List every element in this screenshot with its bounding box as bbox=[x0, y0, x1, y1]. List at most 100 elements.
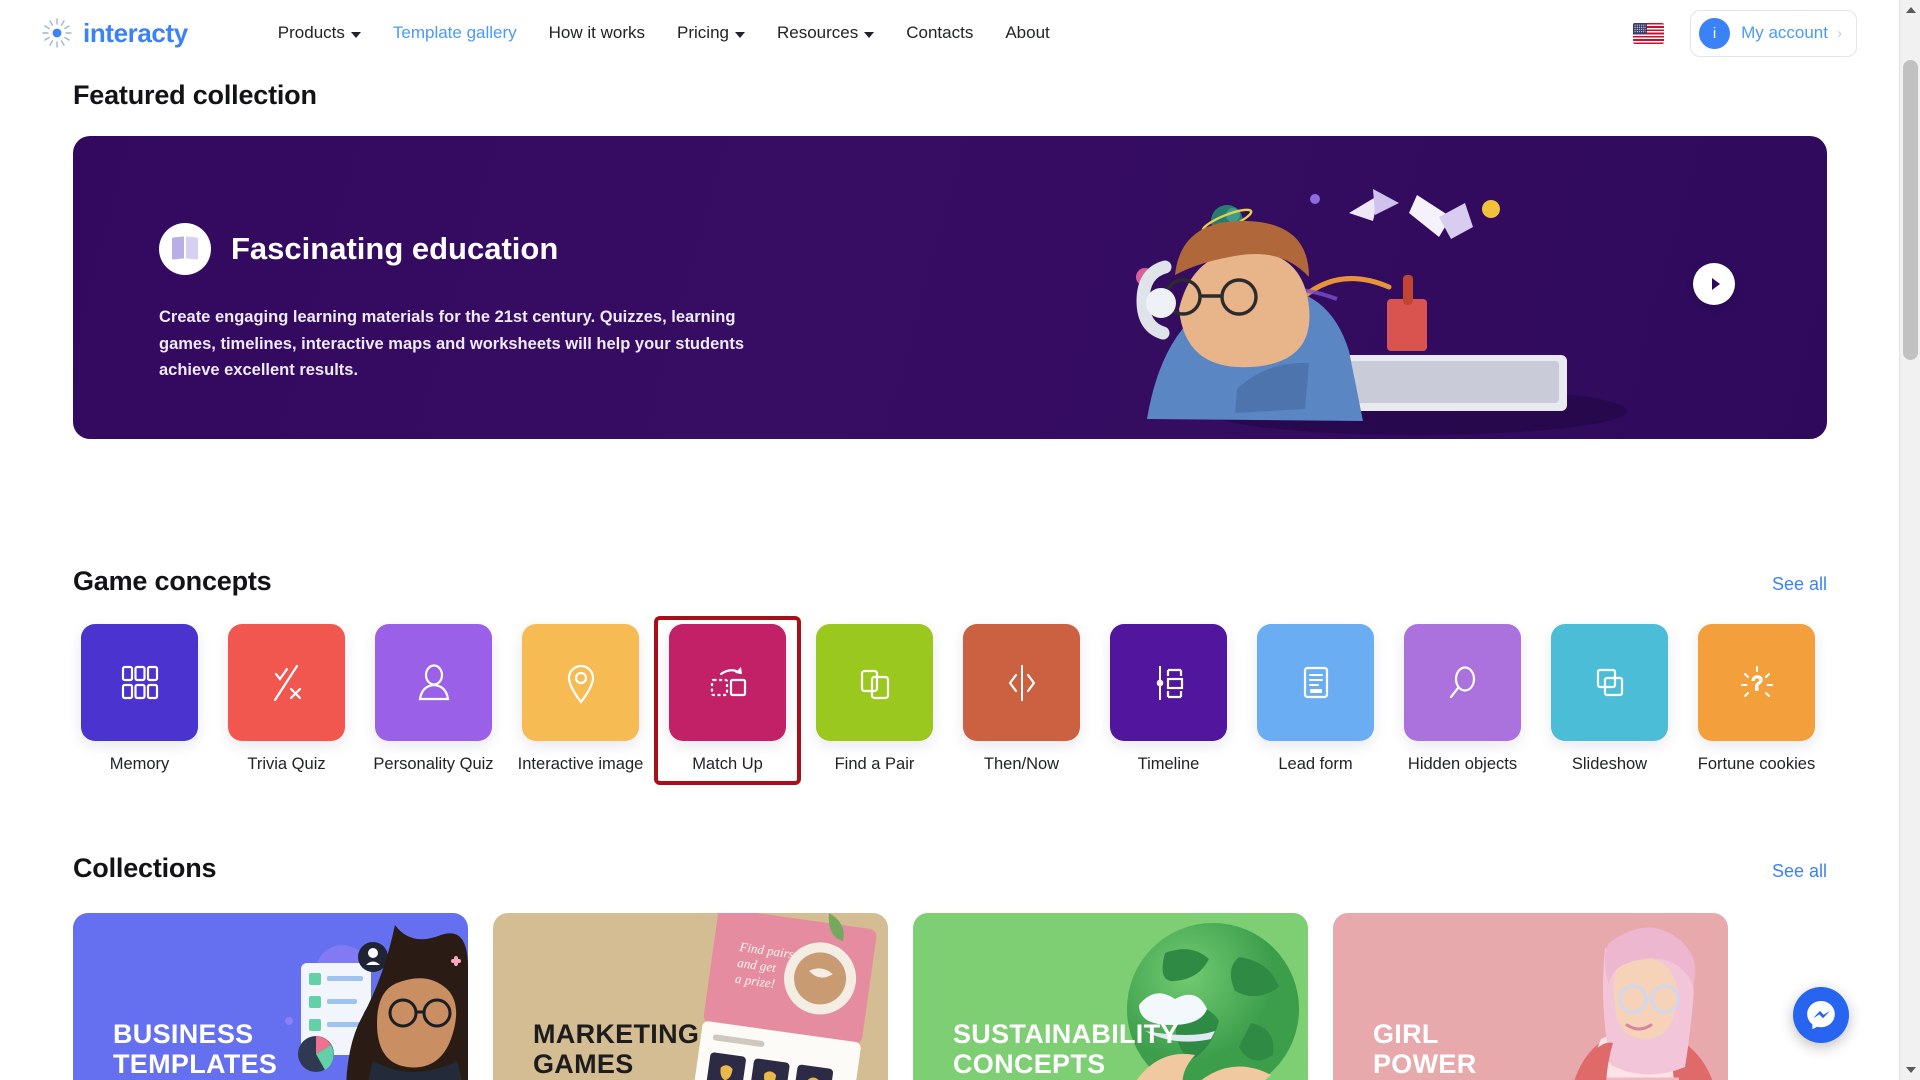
tile-thumb bbox=[669, 624, 786, 741]
tile-thumb bbox=[522, 624, 639, 741]
svg-text:?: ? bbox=[1751, 673, 1762, 695]
chevron-down-icon bbox=[734, 31, 745, 38]
nav-label: Pricing bbox=[677, 23, 729, 42]
tile-label: Lead form bbox=[1278, 755, 1353, 773]
tile-thumb bbox=[375, 624, 492, 741]
page-content: Featured collection Fascinating educatio… bbox=[0, 66, 1899, 1080]
game-tile-lead-form[interactable]: Lead form bbox=[1242, 616, 1389, 785]
chevron-down-icon bbox=[864, 31, 875, 38]
my-account-label: My account bbox=[1741, 23, 1828, 42]
book-icon bbox=[159, 223, 211, 275]
scroll-down-arrow-icon[interactable] bbox=[1900, 1060, 1920, 1080]
form-document-icon bbox=[1303, 666, 1328, 698]
tile-label: Find a Pair bbox=[834, 755, 915, 773]
tile-thumb bbox=[228, 624, 345, 741]
tile-thumb: ? bbox=[1698, 624, 1815, 741]
magnifier-icon bbox=[1449, 665, 1475, 698]
tile-label: Trivia Quiz bbox=[247, 755, 326, 773]
game-tile-slideshow[interactable]: Slideshow bbox=[1536, 616, 1683, 785]
tile-label: Interactive image bbox=[517, 755, 644, 773]
match-up-icon bbox=[710, 666, 746, 696]
scroll-up-arrow-icon[interactable] bbox=[1900, 0, 1920, 20]
game-tile-interactive-image[interactable]: Interactive image bbox=[507, 616, 654, 785]
nav-label: Products bbox=[277, 23, 345, 42]
logo[interactable]: interacty bbox=[40, 16, 188, 50]
nav-item-pricing[interactable]: Pricing bbox=[677, 23, 745, 43]
before-after-slider-icon bbox=[1008, 664, 1035, 701]
game-tile-trivia-quiz[interactable]: Trivia Quiz bbox=[213, 616, 360, 785]
game-tile-timeline[interactable]: Timeline bbox=[1095, 616, 1242, 785]
tile-label: Then/Now bbox=[983, 755, 1060, 773]
collection-card-marketing-games[interactable]: Find pairs and get a prize! MARKETING GA… bbox=[493, 913, 888, 1080]
us-flag-icon[interactable] bbox=[1633, 22, 1665, 44]
nav-item-resources[interactable]: Resources bbox=[776, 23, 875, 43]
page-scrollbar[interactable] bbox=[1899, 0, 1920, 1080]
nav-label: Contacts bbox=[906, 23, 974, 42]
collection-card-girl-power[interactable]: GIRL POWER bbox=[1333, 913, 1728, 1080]
tile-thumb bbox=[1110, 624, 1227, 741]
tile-label: Memory bbox=[109, 755, 170, 773]
collection-title: BUSINESS TEMPLATES bbox=[113, 1018, 278, 1079]
facebook-messenger-icon[interactable] bbox=[1793, 987, 1849, 1043]
my-account-button[interactable]: i My account › bbox=[1690, 9, 1857, 57]
collections-see-all-link[interactable]: See all bbox=[1772, 861, 1827, 882]
banner-description: Create engaging learning materials for t… bbox=[159, 308, 745, 380]
collections-list: BUSINESS TEMPLATES Find pairs and get a … bbox=[73, 913, 1833, 1080]
nav-item-how-it-works[interactable]: How it works bbox=[549, 23, 645, 43]
site-header: interacty Products Template gallery How … bbox=[0, 0, 1899, 66]
nav-label: How it works bbox=[548, 23, 646, 42]
tile-label: Hidden objects bbox=[1407, 755, 1518, 773]
banner-next-arrow-button[interactable] bbox=[1693, 263, 1735, 305]
collection-title: MARKETING GAMES bbox=[533, 1018, 700, 1079]
header-right-group: i My account › bbox=[1633, 9, 1857, 57]
collections-heading: Collections bbox=[73, 853, 217, 883]
game-tile-match-up[interactable]: Match Up bbox=[654, 616, 801, 786]
nav-item-products[interactable]: Products bbox=[278, 23, 361, 43]
banner-title: Fascinating education bbox=[231, 231, 559, 266]
featured-heading: Featured collection bbox=[73, 80, 317, 110]
collection-card-sustainability-concepts[interactable]: SUSTAINABILITY CONCEPTS bbox=[913, 913, 1308, 1080]
scrollbar-thumb[interactable] bbox=[1903, 60, 1918, 360]
game-tile-hidden-objects[interactable]: Hidden objects bbox=[1389, 616, 1536, 785]
tile-label: Fortune cookies bbox=[1697, 755, 1816, 773]
game-tile-personality-quiz[interactable]: Personality Quiz bbox=[360, 616, 507, 785]
game-tile-find-a-pair[interactable]: Find a Pair bbox=[801, 616, 948, 785]
spinner-logo-icon bbox=[40, 16, 74, 50]
two-cards-icon bbox=[860, 669, 889, 699]
collection-title: SUSTAINABILITY CONCEPTS bbox=[953, 1018, 1179, 1079]
tile-label: Timeline bbox=[1137, 755, 1200, 773]
tile-label: Match Up bbox=[692, 755, 763, 773]
tile-label: Slideshow bbox=[1571, 755, 1648, 773]
chevron-down-icon bbox=[350, 31, 361, 38]
map-pin-icon bbox=[567, 664, 594, 704]
tile-thumb bbox=[1404, 624, 1521, 741]
tile-thumb bbox=[963, 624, 1080, 741]
person-icon bbox=[418, 663, 449, 700]
nav-label: Template gallery bbox=[392, 23, 517, 42]
tile-thumb bbox=[816, 624, 933, 741]
nav-label: About bbox=[1005, 23, 1050, 42]
nav-item-contacts[interactable]: Contacts bbox=[906, 23, 973, 43]
game-concepts-tiles: Memory Trivia Quiz Personality Quiz Inte… bbox=[66, 616, 1836, 786]
tile-thumb bbox=[1257, 624, 1374, 741]
collection-card-business-templates[interactable]: BUSINESS TEMPLATES bbox=[73, 913, 468, 1080]
game-tile-memory[interactable]: Memory bbox=[66, 616, 213, 785]
game-concepts-heading: Game concepts bbox=[73, 566, 272, 596]
game-tile-then-now[interactable]: Then/Now bbox=[948, 616, 1095, 785]
game-tile-fortune-cookies[interactable]: ? Fortune cookies bbox=[1683, 616, 1830, 785]
tile-thumb bbox=[81, 624, 198, 741]
nav-label: Resources bbox=[776, 23, 859, 42]
avatar: i bbox=[1699, 17, 1731, 49]
featured-banner[interactable]: Fascinating education Create engaging le… bbox=[73, 136, 1827, 439]
nav-item-about[interactable]: About bbox=[1005, 23, 1049, 43]
check-cross-icon bbox=[273, 664, 301, 701]
memory-grid-icon bbox=[121, 665, 158, 699]
nav-item-template-gallery[interactable]: Template gallery bbox=[393, 23, 517, 43]
logo-text: interacty bbox=[83, 17, 188, 48]
question-sparkle-icon: ? bbox=[1740, 665, 1773, 697]
tile-label: Personality Quiz bbox=[373, 755, 494, 773]
timeline-icon bbox=[1156, 665, 1183, 700]
game-concepts-see-all-link[interactable]: See all bbox=[1772, 574, 1827, 595]
collection-title: GIRL POWER bbox=[1373, 1018, 1477, 1079]
banner-illustration bbox=[1087, 179, 1767, 439]
